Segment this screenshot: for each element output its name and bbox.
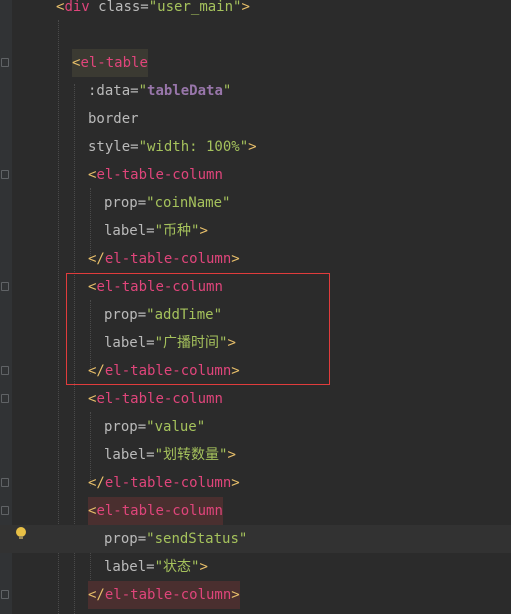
code-token: >: [231, 475, 240, 491]
code-token: <: [88, 391, 97, 407]
code-line-content: <div class="user_main">: [56, 0, 250, 21]
code-token: el-table-column: [96, 167, 223, 183]
code-token: <: [88, 167, 97, 183]
code-token: >: [241, 0, 250, 15]
code-line-content: label="状态">: [104, 553, 208, 581]
code-token: tableData: [147, 83, 223, 99]
code-token: <: [72, 55, 81, 71]
code-token: el-table-column: [104, 475, 232, 491]
code-line-content: </el-table-column>: [88, 469, 240, 497]
code-token: >: [199, 223, 208, 239]
code-line[interactable]: label="状态">: [0, 553, 511, 581]
code-token: <: [56, 0, 65, 15]
code-line[interactable]: <div class="user_main">: [0, 0, 511, 21]
code-token: >: [248, 139, 257, 155]
code-token: "币种": [154, 223, 200, 239]
code-token: "width: 100%": [138, 139, 249, 155]
code-line[interactable]: </el-table-column>: [0, 469, 511, 497]
code-line[interactable]: <el-table-column: [0, 161, 511, 189]
code-line[interactable]: [0, 21, 511, 49]
code-token: ": [138, 83, 148, 99]
code-token: </: [88, 587, 105, 603]
code-token: el-table-column: [96, 391, 223, 407]
code-line[interactable]: prop="value": [0, 413, 511, 441]
code-token: ": [222, 83, 232, 99]
code-token: el-table-column: [104, 251, 232, 267]
code-line[interactable]: <el-table-column: [0, 385, 511, 413]
lightbulb-icon[interactable]: [16, 527, 26, 539]
code-line[interactable]: style="width: 100%">: [0, 133, 511, 161]
code-line-content: <el-table-column: [88, 497, 223, 525]
code-token: border: [88, 111, 139, 127]
code-line[interactable]: </el-table-column>: [0, 581, 511, 609]
code-line-content: prop="sendStatus": [104, 525, 247, 553]
code-token: label=: [104, 559, 155, 575]
code-token: label=: [104, 447, 155, 463]
code-token: prop=: [104, 419, 147, 435]
code-line-content: <el-table: [72, 49, 148, 77]
code-token: "状态": [154, 559, 200, 575]
code-token: prop=: [104, 195, 147, 211]
code-line-content: prop="coinName": [104, 189, 230, 217]
code-line[interactable]: label="划转数量">: [0, 441, 511, 469]
code-token: "sendStatus": [146, 531, 248, 547]
code-line-content: </el-table-column>: [88, 245, 240, 273]
code-token: >: [231, 587, 240, 603]
code-token: div: [64, 0, 90, 15]
code-token: el-table: [80, 55, 148, 71]
code-token: label=: [104, 223, 155, 239]
code-token: "划转数量": [154, 447, 228, 463]
code-line-content: :data="tableData": [88, 77, 231, 105]
code-line[interactable]: prop="sendStatus": [0, 525, 511, 553]
code-line[interactable]: prop="coinName": [0, 189, 511, 217]
code-line[interactable]: label="币种">: [0, 217, 511, 245]
code-token: el-table-column: [104, 587, 232, 603]
code-line-content: label="币种">: [104, 217, 208, 245]
code-token: "value": [146, 419, 206, 435]
code-token: "user_main": [148, 0, 242, 15]
code-line[interactable]: </el-table-column>: [0, 245, 511, 273]
code-line[interactable]: border: [0, 105, 511, 133]
code-line-content: </el-table-column>: [88, 581, 240, 609]
code-token: >: [227, 447, 236, 463]
code-token: >: [199, 559, 208, 575]
code-token: >: [231, 251, 240, 267]
code-line[interactable]: <el-table: [0, 49, 511, 77]
code-token: prop=: [104, 531, 147, 547]
code-line[interactable]: :data="tableData": [0, 77, 511, 105]
code-line-content: <el-table-column: [88, 385, 223, 413]
code-token: class=: [89, 0, 149, 15]
code-token: </: [88, 251, 105, 267]
code-token: style=: [88, 139, 139, 155]
code-line-content: prop="value": [104, 413, 205, 441]
code-line-content: style="width: 100%">: [88, 133, 257, 161]
code-line-content: label="划转数量">: [104, 441, 236, 469]
code-token: <: [88, 503, 97, 519]
code-token: "coinName": [146, 195, 231, 211]
code-line[interactable]: <el-table-column: [0, 497, 511, 525]
code-token: :data=: [88, 83, 139, 99]
code-line-content: <el-table-column: [88, 161, 223, 189]
highlight-box: [66, 273, 330, 385]
code-token: el-table-column: [96, 503, 223, 519]
code-line-content: border: [88, 105, 139, 133]
code-token: </: [88, 475, 105, 491]
